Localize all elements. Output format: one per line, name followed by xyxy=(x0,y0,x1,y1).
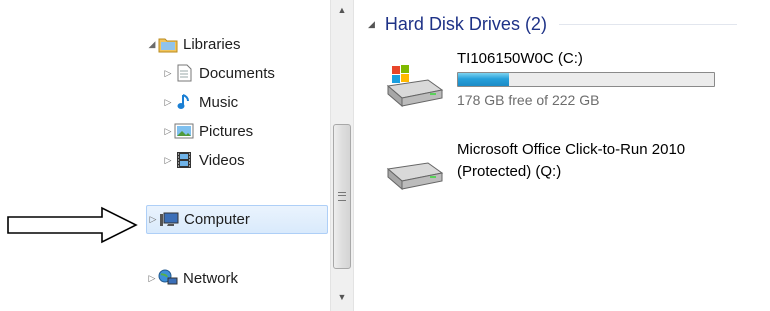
drive-name-line2: (Protected) (Q:) xyxy=(457,163,562,180)
free-space-text: 178 GB free of 222 GB xyxy=(457,92,600,108)
pictures-icon xyxy=(174,121,194,141)
libraries-icon xyxy=(158,34,178,54)
annotation-arrow xyxy=(7,206,138,244)
collapsed-triangle-icon[interactable]: ▷ xyxy=(162,154,174,166)
collapsed-triangle-icon[interactable]: ▷ xyxy=(162,67,174,79)
nav-item-computer[interactable]: ▷ Computer xyxy=(146,205,328,234)
scrollbar-thumb[interactable] xyxy=(333,124,351,269)
drive-name: Microsoft Office Click-to-Run 2010 (Prot… xyxy=(457,139,757,183)
nav-scrollbar[interactable]: ▲ ▼ xyxy=(330,0,354,311)
videos-icon xyxy=(174,150,194,170)
nav-item-label: Pictures xyxy=(199,122,254,140)
nav-item-libraries[interactable]: ◢ Libraries xyxy=(146,31,328,57)
nav-item-pictures[interactable]: ▷ Pictures xyxy=(162,118,328,144)
nav-item-videos[interactable]: ▷ Videos xyxy=(162,147,328,173)
usage-bar-fill xyxy=(458,73,510,86)
drive-c[interactable]: TI106150W0C (C:) 178 GB free of 222 GB xyxy=(382,48,762,118)
drive-name-line1: Microsoft Office Click-to-Run 2010 xyxy=(457,141,686,158)
navigation-pane: ◢ Libraries ▷ Documents ▷ Music ▷ Pictur… xyxy=(146,0,330,311)
nav-item-label: Music xyxy=(199,93,239,111)
nav-item-label: Computer xyxy=(184,211,250,228)
drive-name: TI106150W0C (C:) xyxy=(457,50,583,67)
hard-drive-icon xyxy=(386,162,444,191)
usage-bar xyxy=(457,72,715,87)
nav-item-music[interactable]: ▷ Music xyxy=(162,89,328,115)
documents-icon xyxy=(174,63,194,83)
collapsed-triangle-icon[interactable]: ▷ xyxy=(162,125,174,137)
expanded-triangle-icon[interactable]: ◢ xyxy=(146,38,158,50)
collapsed-triangle-icon[interactable]: ▷ xyxy=(162,96,174,108)
group-divider xyxy=(558,24,737,25)
nav-item-label: Videos xyxy=(199,151,245,169)
network-icon xyxy=(158,268,178,288)
collapsed-triangle-icon[interactable]: ▷ xyxy=(146,272,158,284)
content-pane: ◢ Hard Disk Drives (2) TI106150W0C (C:) … xyxy=(356,0,770,311)
scroll-up-icon[interactable]: ▲ xyxy=(331,0,353,20)
scroll-down-icon[interactable]: ▼ xyxy=(331,287,353,307)
nav-item-documents[interactable]: ▷ Documents xyxy=(162,60,328,86)
group-header[interactable]: ◢ Hard Disk Drives (2) xyxy=(368,14,737,35)
collapse-group-icon[interactable]: ◢ xyxy=(368,19,375,30)
music-icon xyxy=(174,92,194,112)
computer-icon xyxy=(159,210,179,230)
drive-q[interactable]: Microsoft Office Click-to-Run 2010 (Prot… xyxy=(382,139,762,209)
nav-item-network[interactable]: ▷ Network xyxy=(146,265,328,291)
nav-item-label: Network xyxy=(183,269,239,287)
grip-icon xyxy=(338,192,346,201)
collapsed-triangle-icon[interactable]: ▷ xyxy=(147,214,159,226)
nav-item-label: Documents xyxy=(199,64,275,82)
system-drive-icon xyxy=(386,65,444,108)
group-title: Hard Disk Drives (2) xyxy=(384,14,547,34)
nav-item-label: Libraries xyxy=(183,35,241,53)
